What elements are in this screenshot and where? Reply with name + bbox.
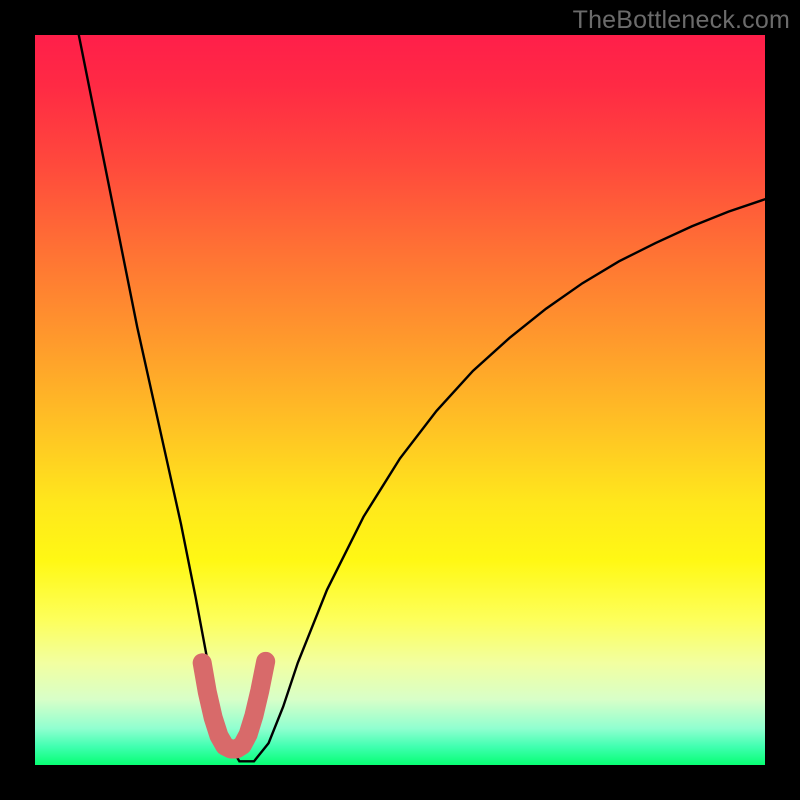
valley-marker — [202, 661, 266, 749]
chart-svg — [35, 35, 765, 765]
bottleneck-curve — [79, 35, 765, 761]
watermark-text: TheBottleneck.com — [573, 6, 790, 35]
plot-area — [35, 35, 765, 765]
chart-frame: TheBottleneck.com — [0, 0, 800, 800]
